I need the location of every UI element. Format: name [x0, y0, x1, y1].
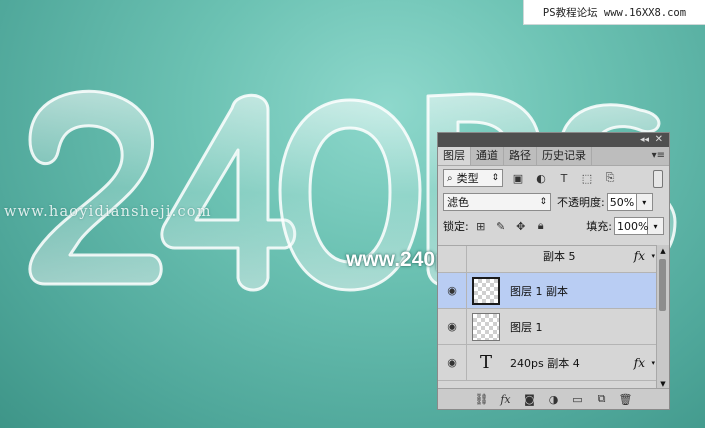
layers-bottom-toolbar: ⛓ fx ◙ ◑ ▭ ⧉ 🗑︎: [438, 388, 669, 409]
layers-list: 副本 5 fx ▾ ◉ 图层 1 副本 ◉ 图层 1 ◉ T 240ps 副本 …: [438, 245, 659, 391]
filter-kind-label: 类型: [456, 172, 479, 185]
layer-thumbnail[interactable]: [472, 312, 500, 341]
layer-name[interactable]: 240ps 副本 4: [510, 355, 580, 371]
visibility-eye-icon[interactable]: [438, 246, 467, 272]
lock-label: 锁定:: [443, 220, 469, 233]
type-filter-icon[interactable]: T: [556, 170, 572, 186]
layer-thumbnail[interactable]: [472, 276, 500, 305]
site-watermark-left: www.haoyidiansheji.com: [4, 204, 212, 220]
glyph-2: [28, 89, 163, 286]
adjustment-filter-icon[interactable]: ◐: [533, 170, 549, 186]
stepper-icon: ⇕: [539, 197, 547, 207]
pixel-filter-icon[interactable]: ▣: [510, 170, 526, 186]
panel-tabs: 图层 通道 路径 历史记录 ▾≡: [438, 147, 669, 166]
fill-label: 填充:: [586, 220, 612, 233]
site-watermark-top: PS教程论坛 www.16XX8.com: [524, 0, 705, 24]
layer-row[interactable]: ◉ 图层 1: [438, 309, 659, 345]
visibility-eye-icon[interactable]: ◉: [438, 345, 467, 380]
lock-all-icon[interactable]: 🔒︎: [533, 218, 549, 234]
stepper-icon: ⇕: [491, 173, 499, 183]
opacity-label: 不透明度:: [557, 196, 605, 209]
lock-brush-icon[interactable]: ✎: [493, 218, 509, 234]
scroll-thumb[interactable]: [659, 259, 666, 311]
layer-name[interactable]: 副本 5: [543, 248, 576, 264]
filter-row: ⌕ 类型 ⇕ ▣ ◐ T ⬚ ⎘: [438, 166, 669, 190]
smart-object-filter-icon[interactable]: ⎘: [602, 170, 618, 186]
link-layers-icon[interactable]: ⛓: [475, 393, 489, 406]
search-icon: ⌕: [447, 172, 453, 184]
lock-row: 锁定: ⊞ ✎ ✥ 🔒︎ 填充: 100% ▾: [438, 214, 669, 238]
layer-name[interactable]: 图层 1 副本: [510, 283, 568, 299]
tab-paths[interactable]: 路径: [504, 147, 537, 165]
tab-channels[interactable]: 通道: [471, 147, 504, 165]
adjustment-layer-icon[interactable]: ◑: [547, 393, 561, 406]
blend-mode-value: 滤色: [447, 196, 469, 209]
layer-row[interactable]: ◉ T 240ps 副本 4 fx ▾: [438, 345, 659, 381]
delete-layer-icon[interactable]: 🗑︎: [619, 393, 633, 406]
type-layer-icon: T: [479, 352, 492, 373]
tab-layers[interactable]: 图层: [438, 147, 471, 165]
lock-transparency-icon[interactable]: ⊞: [473, 218, 489, 234]
add-style-icon[interactable]: fx: [499, 393, 513, 406]
fx-expand-icon[interactable]: ▾: [651, 359, 655, 367]
blend-mode-select[interactable]: 滤色 ⇕: [443, 193, 551, 211]
layer-name[interactable]: 图层 1: [510, 319, 543, 335]
layer-fx-icon[interactable]: fx: [634, 249, 645, 263]
filter-kind-select[interactable]: ⌕ 类型 ⇕: [443, 169, 503, 187]
close-icon[interactable]: ✕: [655, 133, 663, 147]
layers-panel: ◂◂ ✕ 图层 通道 路径 历史记录 ▾≡ ⌕ 类型 ⇕ ▣ ◐ T ⬚ ⎘ 滤…: [437, 132, 670, 410]
fill-input[interactable]: 100%: [614, 217, 648, 235]
fill-dropdown-icon[interactable]: ▾: [648, 217, 664, 235]
add-mask-icon[interactable]: ◙: [523, 393, 537, 406]
shape-filter-icon[interactable]: ⬚: [579, 170, 595, 186]
visibility-eye-icon[interactable]: ◉: [438, 309, 467, 344]
glyph-4: [160, 93, 297, 292]
panel-title-strip[interactable]: ◂◂ ✕: [438, 133, 669, 147]
panel-menu-icon[interactable]: ▾≡: [652, 147, 665, 165]
new-layer-icon[interactable]: ⧉: [595, 392, 609, 406]
new-group-icon[interactable]: ▭: [571, 393, 585, 406]
scroll-up-icon[interactable]: ▲: [657, 245, 669, 257]
opacity-dropdown-icon[interactable]: ▾: [636, 193, 653, 211]
filter-toggle-switch[interactable]: [653, 170, 663, 188]
layer-fx-icon[interactable]: fx: [634, 356, 645, 370]
layer-row-selected[interactable]: ◉ 图层 1 副本: [438, 273, 659, 309]
fx-expand-icon[interactable]: ▾: [651, 252, 655, 260]
layers-scrollbar[interactable]: ▲ ▼: [656, 245, 669, 390]
tab-history[interactable]: 历史记录: [537, 147, 592, 165]
collapse-icon[interactable]: ◂◂: [640, 133, 649, 147]
visibility-eye-icon[interactable]: ◉: [438, 273, 467, 308]
blend-row: 滤色 ⇕ 不透明度: 50% ▾: [438, 190, 669, 214]
layer-row[interactable]: 副本 5 fx ▾: [438, 246, 659, 273]
opacity-input[interactable]: 50%: [606, 193, 637, 211]
lock-move-icon[interactable]: ✥: [513, 218, 529, 234]
